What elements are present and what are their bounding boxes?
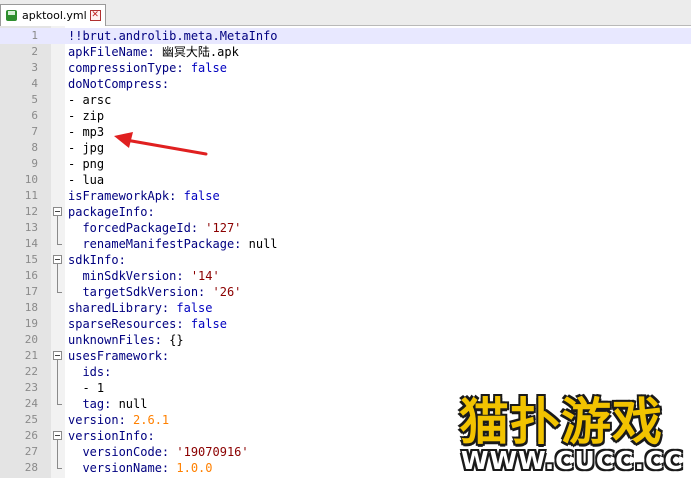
arrow-head [114, 132, 133, 148]
save-disk-icon [5, 9, 18, 22]
arrow-shaft [124, 138, 208, 156]
site-watermark: 猫扑游戏 WWW.CUCC.CC [455, 382, 691, 478]
close-icon[interactable]: ✕ [89, 10, 101, 21]
tab-filename: apktool.yml [22, 9, 87, 22]
watermark-logo-text: 猫扑游戏 [459, 393, 663, 451]
tab-bar: apktool.yml ✕ [0, 0, 691, 26]
tab-apktool-yml[interactable]: apktool.yml ✕ [0, 4, 106, 26]
watermark-url: WWW.CUCC.CC [461, 446, 684, 475]
